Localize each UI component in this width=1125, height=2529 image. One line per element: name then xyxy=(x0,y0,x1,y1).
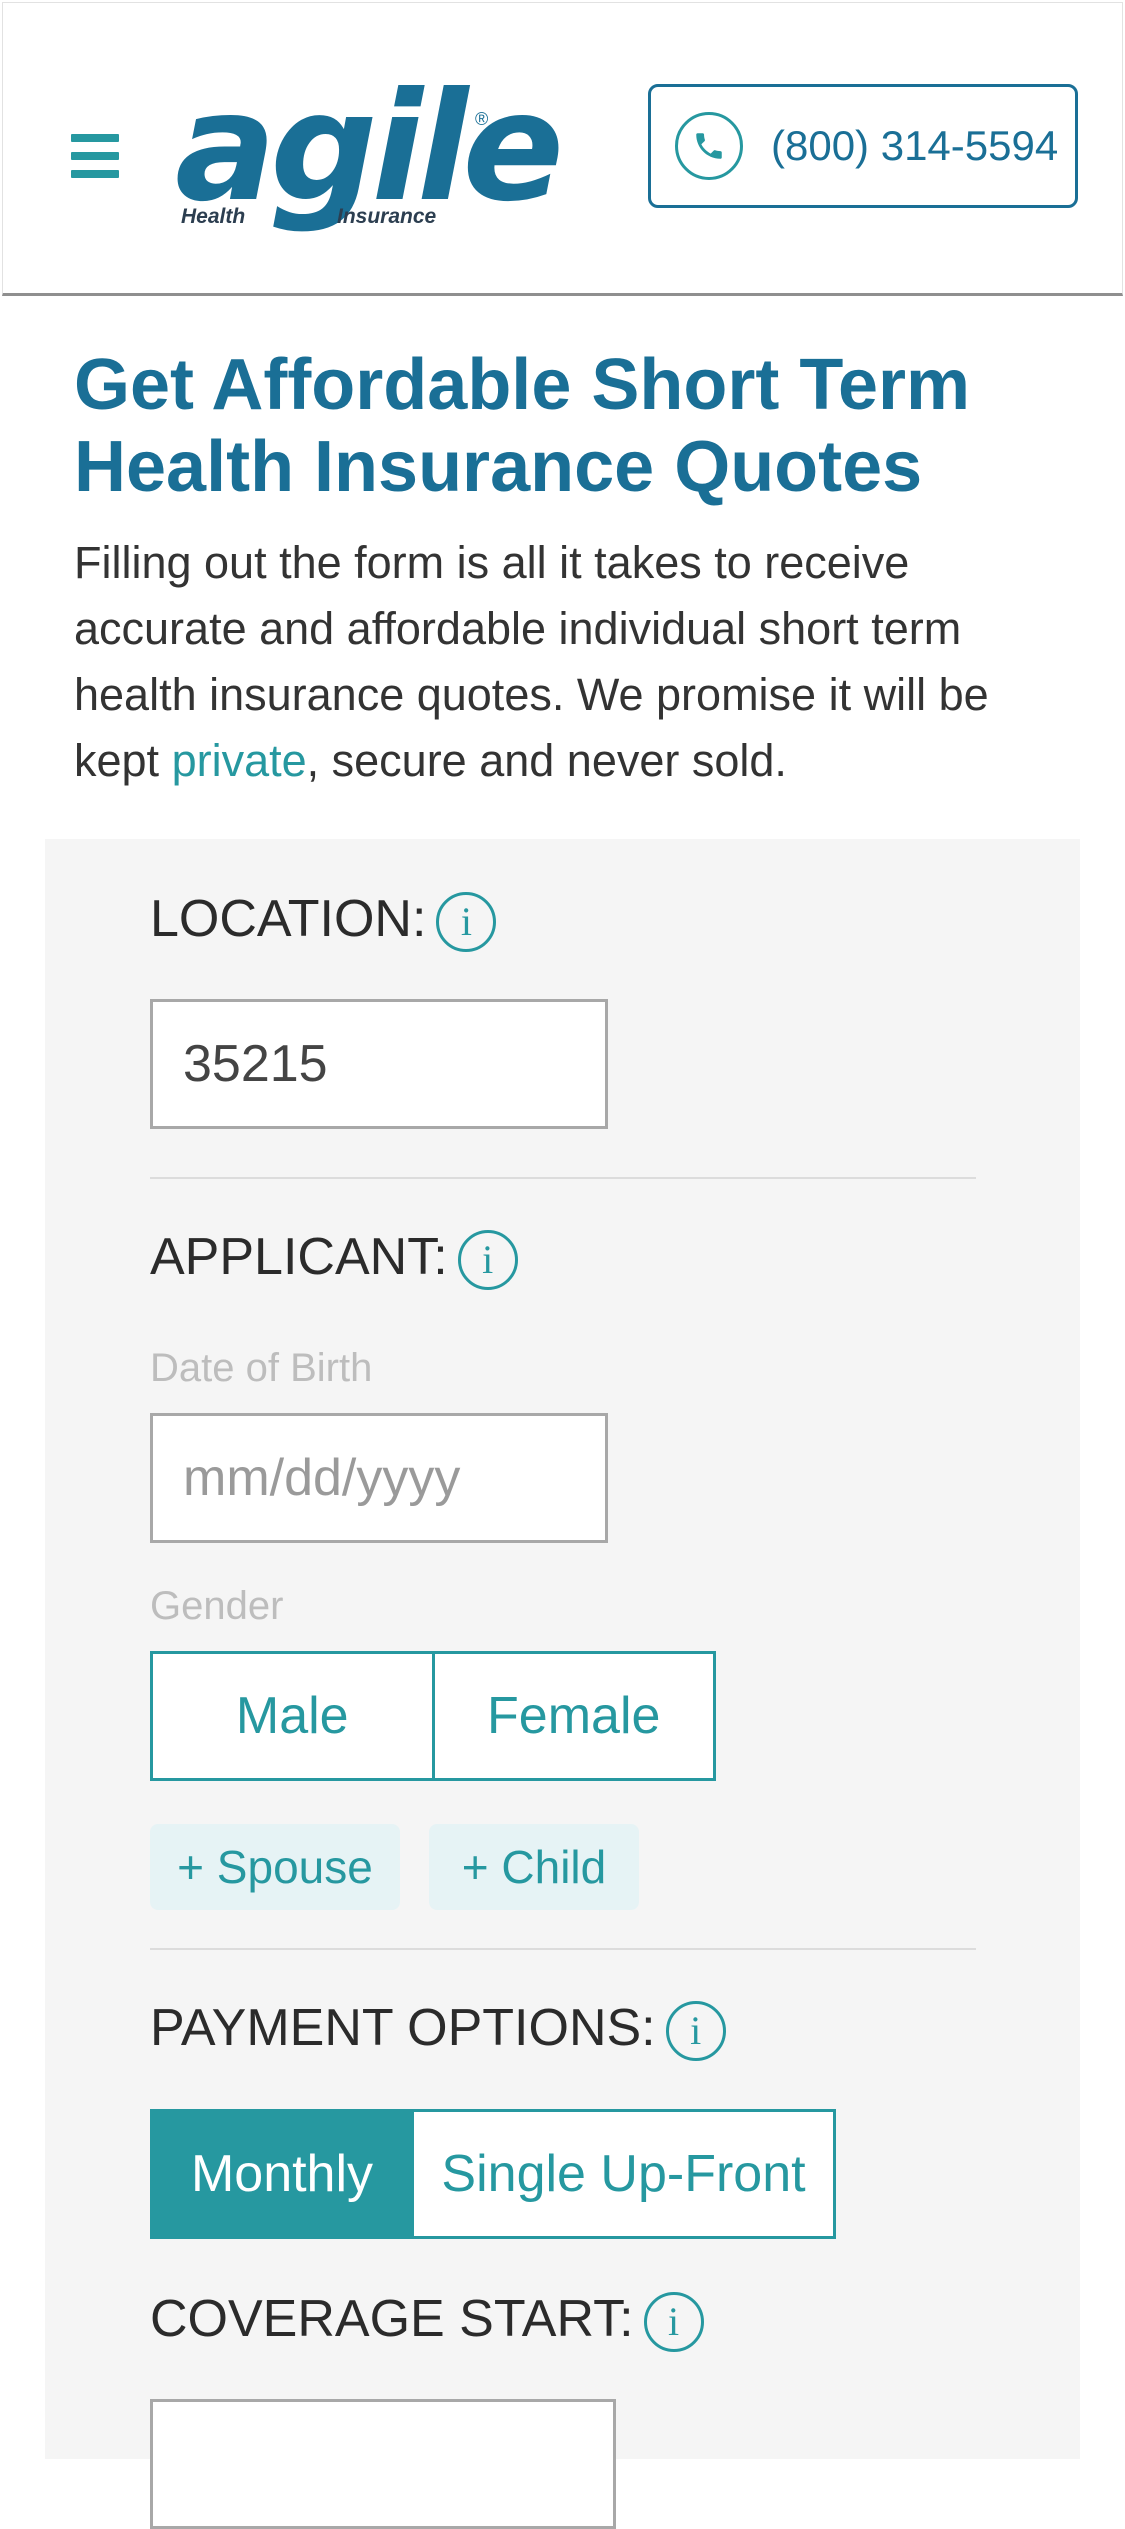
dob-label: Date of Birth xyxy=(150,1346,373,1390)
agile-logo[interactable]: agile ® Health Insurance xyxy=(175,73,564,243)
location-info-icon[interactable]: i xyxy=(436,892,497,953)
payment-monthly-option[interactable]: Monthly xyxy=(153,2112,411,2236)
quote-form-panel: LOCATION: i 35215 APPLICANT: i Date of Bir… xyxy=(45,839,1080,2529)
gender-toggle: Male Female xyxy=(150,1651,716,1781)
gender-label: Gender xyxy=(150,1584,284,1628)
page-title: Get Affordable Short Term Health Insuran… xyxy=(74,344,1034,508)
zip-code-input[interactable]: 35215 xyxy=(150,999,608,1129)
logo-insurance-text: Insurance xyxy=(337,205,437,228)
phone-number: (800) 314-5594 xyxy=(771,122,1059,169)
section-divider xyxy=(150,1948,976,1950)
hamburger-menu-icon[interactable] xyxy=(71,134,119,182)
payment-options-toggle: Monthly Single Up-Front xyxy=(150,2109,836,2239)
phone-call-button[interactable]: (800) 314-5594 xyxy=(648,84,1078,208)
applicant-info-icon[interactable]: i xyxy=(457,1230,518,1291)
coverage-start-input[interactable] xyxy=(150,2399,616,2529)
payment-section-label: PAYMENT OPTIONS: i xyxy=(150,1998,726,2062)
gender-male-option[interactable]: Male xyxy=(153,1654,432,1778)
location-label: LOCATION: xyxy=(150,890,427,948)
coverage-label: COVERAGE START: xyxy=(150,2290,634,2348)
location-section-label: LOCATION: i xyxy=(150,889,497,953)
intro-text-end: , secure and never sold. xyxy=(306,735,787,786)
applicant-section-label: APPLICANT: i xyxy=(150,1227,518,1291)
applicant-label: APPLICANT: xyxy=(150,1228,448,1286)
gender-female-option[interactable]: Female xyxy=(431,1654,714,1778)
add-child-button[interactable]: + Child xyxy=(429,1824,639,1910)
coverage-info-icon[interactable]: i xyxy=(643,2292,704,2353)
coverage-section-label: COVERAGE START: i xyxy=(150,2289,704,2353)
phone-icon xyxy=(675,112,743,180)
logo-registered-mark: ® xyxy=(475,109,489,129)
logo-health-text: Health xyxy=(181,205,246,228)
date-of-birth-input[interactable]: mm/dd/yyyy xyxy=(150,1413,608,1543)
title-line-1: Get Affordable Short Term xyxy=(74,345,971,425)
payment-single-upfront-option[interactable]: Single Up-Front xyxy=(411,2112,833,2236)
add-spouse-button[interactable]: + Spouse xyxy=(150,1824,400,1910)
privacy-link[interactable]: private xyxy=(172,735,307,786)
section-divider xyxy=(150,1177,976,1179)
payment-label: PAYMENT OPTIONS: xyxy=(150,1999,656,2057)
site-header: agile ® Health Insurance (800) 314-5594 xyxy=(2,2,1123,296)
intro-paragraph: Filling out the form is all it takes to … xyxy=(74,530,1064,794)
title-line-2: Health Insurance Quotes xyxy=(74,427,923,507)
payment-info-icon[interactable]: i xyxy=(665,2001,726,2062)
logo-wordmark: agile xyxy=(175,61,564,235)
